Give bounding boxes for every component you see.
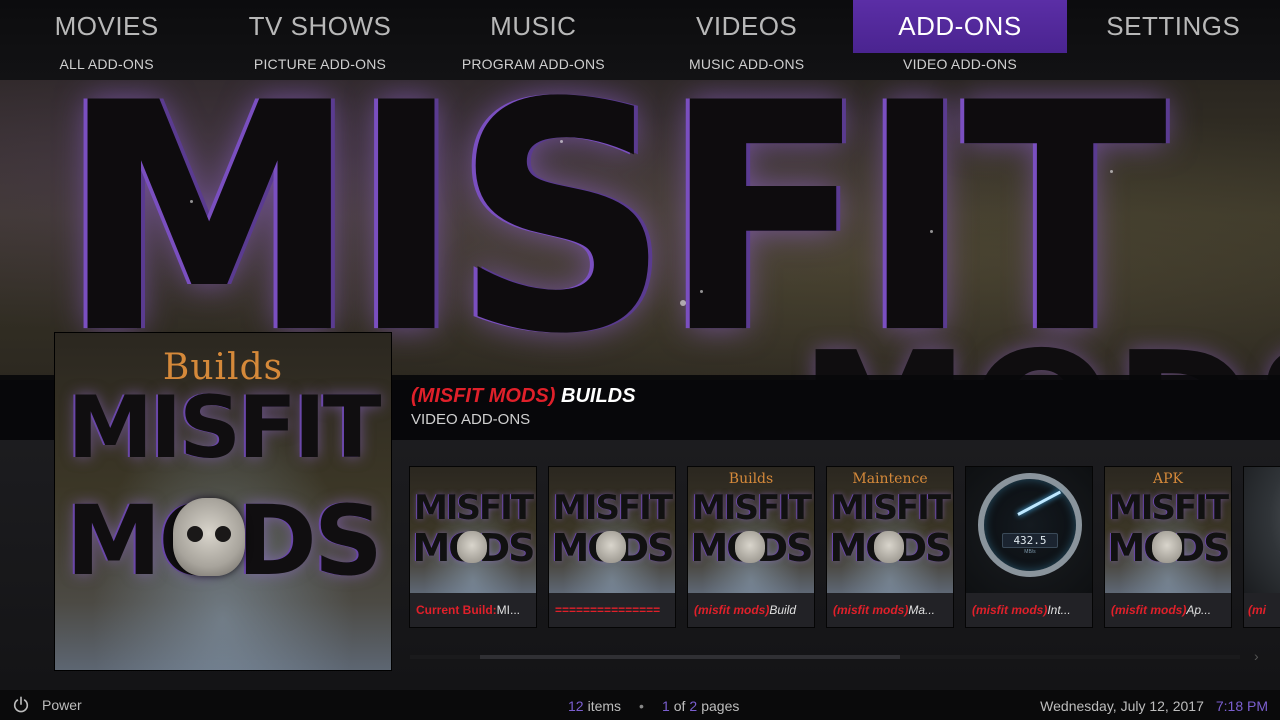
skull-icon: [735, 531, 765, 563]
top-navigation: MOVIES TV SHOWS MUSIC VIDEOS ADD-ONS SET…: [0, 0, 1280, 80]
selected-addon-title-red: (MISFIT MODS): [411, 385, 556, 407]
list-item[interactable]: MISFIT MODS Current Build: MI...: [410, 467, 536, 627]
list-item-label-red: (mi: [1248, 603, 1266, 617]
list-item[interactable]: Builds MISFIT MODS (misfit mods) Build: [688, 467, 814, 627]
submenu-all-add-ons[interactable]: ALL ADD-ONS: [0, 56, 213, 80]
total-pages: 2: [689, 698, 698, 714]
list-item-label: (misfit mods) Build: [688, 593, 814, 627]
submenu-music-add-ons[interactable]: MUSIC ADD-ONS: [640, 56, 853, 80]
list-item-label-red: (misfit mods): [972, 603, 1048, 617]
skull-icon: [173, 498, 245, 576]
list-item[interactable]: 432.5 MB/s (misfit mods) Int...: [966, 467, 1092, 627]
list-item[interactable]: MISFIT MODS ===============: [549, 467, 675, 627]
speck: [190, 200, 193, 203]
list-item-label: (misfit mods) Ap...: [1105, 593, 1231, 627]
list-item[interactable]: Maintence MISFIT MODS (misfit mods) Ma..…: [827, 467, 953, 627]
thumb-art: Builds MISFIT MODS: [688, 467, 814, 593]
tab-settings[interactable]: SETTINGS: [1067, 0, 1280, 53]
item-count-info: 12 items • 1 of 2 pages: [568, 698, 739, 714]
tab-movies[interactable]: MOVIES: [0, 0, 213, 53]
power-button[interactable]: Power: [12, 696, 82, 714]
skull-icon: [1152, 531, 1182, 563]
addon-list: MISFIT MODS Current Build: MI... MISFIT …: [410, 467, 1280, 627]
tab-tv-shows[interactable]: TV SHOWS: [213, 0, 426, 53]
separator-dot: •: [639, 698, 644, 714]
list-item[interactable]: APK MISFIT MODS (misfit mods) Ap...: [1105, 467, 1231, 627]
thumb-misfit-text: MISFIT: [691, 488, 812, 528]
list-item-label-red: (misfit mods): [694, 603, 770, 617]
speck: [1110, 170, 1113, 173]
speck: [560, 140, 563, 143]
main-menu: MOVIES TV SHOWS MUSIC VIDEOS ADD-ONS SET…: [0, 0, 1280, 53]
date-time: Wednesday, July 12, 2017 7:18 PM: [1040, 698, 1268, 714]
chevron-right-icon[interactable]: ›: [1254, 648, 1259, 664]
list-item-label-rest: Int...: [1047, 603, 1071, 617]
speedometer-icon: [978, 473, 1082, 577]
thumb-misfit-text: MISFIT: [830, 488, 951, 528]
power-label: Power: [42, 697, 82, 713]
footer-bar: Power 12 items • 1 of 2 pages Wednesday,…: [0, 690, 1280, 720]
list-item[interactable]: (mi: [1244, 467, 1280, 627]
selected-addon-title-rest: BUILDS: [555, 385, 636, 407]
date-text: Wednesday, July 12, 2017: [1040, 698, 1204, 714]
submenu-picture-add-ons[interactable]: PICTURE ADD-ONS: [213, 56, 426, 80]
thumb-top-text: APK: [1153, 471, 1183, 487]
thumb-art: MISFIT MODS: [410, 467, 536, 593]
sub-menu: ALL ADD-ONS PICTURE ADD-ONS PROGRAM ADD-…: [0, 56, 1280, 80]
thumb-art: [1244, 467, 1280, 593]
speck: [930, 230, 933, 233]
selected-addon-title: (MISFIT MODS) BUILDS: [411, 385, 635, 408]
thumb-top-text: Maintence: [852, 471, 928, 487]
thumb-art: MISFIT MODS: [549, 467, 675, 593]
submenu-video-add-ons[interactable]: VIDEO ADD-ONS: [853, 56, 1066, 80]
time-text: 7:18 PM: [1215, 698, 1268, 714]
tab-music[interactable]: MUSIC: [427, 0, 640, 53]
items-count: 12: [568, 698, 584, 714]
list-item-label: (misfit mods) Ma...: [827, 593, 953, 627]
current-page: 1: [661, 698, 670, 714]
submenu-program-add-ons[interactable]: PROGRAM ADD-ONS: [427, 56, 640, 80]
thumb-art: 432.5 MB/s: [966, 467, 1092, 593]
fanart-word-2: MODS: [800, 330, 1280, 380]
gauge-unit: MB/s: [1024, 549, 1036, 555]
tab-add-ons[interactable]: ADD-ONS: [853, 0, 1067, 53]
list-item-label-rest: Ap...: [1186, 603, 1212, 617]
items-label: items: [587, 698, 622, 714]
list-item-label-red: (misfit mods): [833, 603, 909, 617]
list-item-label-red: Current Build:: [416, 603, 497, 617]
list-item-label: (mi: [1244, 593, 1280, 627]
list-item-label-rest: MI...: [496, 603, 521, 617]
selected-addon-category: VIDEO ADD-ONS: [411, 411, 531, 428]
list-item-label: Current Build: MI...: [410, 593, 536, 627]
of-label: of: [673, 698, 686, 714]
skull-icon: [457, 531, 487, 563]
list-item-label: (misfit mods) Int...: [966, 593, 1092, 627]
thumb-top-text: Builds: [728, 471, 774, 487]
skull-icon: [874, 531, 904, 563]
tab-videos[interactable]: VIDEOS: [640, 0, 853, 53]
list-item-label: ===============: [549, 593, 675, 627]
pages-label: pages: [701, 698, 740, 714]
skull-icon: [596, 531, 626, 563]
speck: [680, 300, 686, 306]
list-item-label-rest: Build: [769, 603, 797, 617]
scrollbar-knob[interactable]: [480, 655, 900, 659]
thumb-misfit-text: MISFIT: [552, 488, 673, 528]
thumb-misfit-text: MISFIT: [1108, 488, 1229, 528]
list-item-label-rest: Ma...: [908, 603, 936, 617]
list-item-label-red: (misfit mods): [1111, 603, 1187, 617]
list-item-label-red: ===============: [555, 603, 661, 617]
selected-addon-poster: Builds MISFIT MODS: [55, 333, 391, 670]
list-scrollbar[interactable]: [410, 655, 1240, 659]
thumb-art: Maintence MISFIT MODS: [827, 467, 953, 593]
power-icon: [13, 696, 29, 713]
poster-misfit-text: MISFIT: [67, 378, 382, 478]
thumb-misfit-text: MISFIT: [413, 488, 534, 528]
thumb-art: APK MISFIT MODS: [1105, 467, 1231, 593]
speck: [700, 290, 703, 293]
gauge-readout: 432.5: [1002, 533, 1058, 548]
